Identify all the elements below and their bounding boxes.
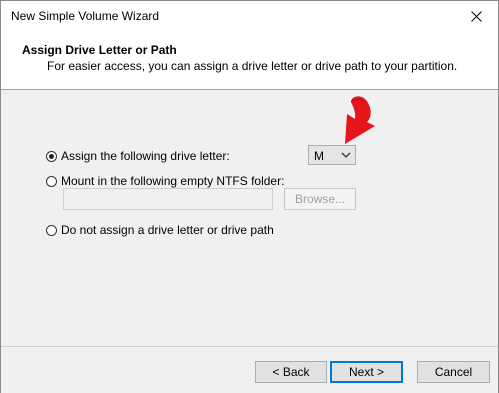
back-button[interactable]: < Back: [255, 361, 327, 383]
close-button[interactable]: [454, 1, 498, 32]
no-assign-option[interactable]: Do not assign a drive letter or drive pa…: [46, 223, 274, 237]
assign-letter-option[interactable]: Assign the following drive letter:: [46, 149, 230, 163]
wizard-window: New Simple Volume Wizard Assign Drive Le…: [0, 0, 499, 393]
folder-path-input[interactable]: [63, 188, 273, 210]
page-title: Assign Drive Letter or Path: [22, 43, 177, 57]
assign-letter-radio[interactable]: [46, 150, 57, 162]
close-icon: [470, 11, 482, 22]
no-assign-radio[interactable]: [46, 224, 57, 236]
next-button[interactable]: Next >: [330, 361, 403, 383]
page-subtitle: For easier access, you can assign a driv…: [47, 59, 458, 73]
chevron-down-icon: [341, 152, 351, 158]
mount-folder-option[interactable]: Mount in the following empty NTFS folder…: [46, 174, 284, 188]
mount-folder-radio[interactable]: [46, 175, 57, 187]
title-bar: New Simple Volume Wizard: [1, 1, 498, 32]
no-assign-label: Do not assign a drive letter or drive pa…: [61, 223, 274, 237]
window-title: New Simple Volume Wizard: [11, 9, 160, 23]
wizard-content: Assign the following drive letter: M Mou…: [1, 90, 498, 345]
mount-folder-label: Mount in the following empty NTFS folder…: [61, 174, 285, 188]
browse-button[interactable]: Browse...: [284, 188, 356, 210]
wizard-footer: < Back Next > Cancel: [1, 346, 498, 393]
pointer-arrow-icon: [345, 96, 375, 144]
assign-letter-label: Assign the following drive letter:: [61, 149, 230, 163]
cancel-button[interactable]: Cancel: [417, 361, 490, 383]
wizard-header: Assign Drive Letter or Path For easier a…: [1, 32, 498, 90]
drive-letter-value: M: [314, 149, 324, 163]
